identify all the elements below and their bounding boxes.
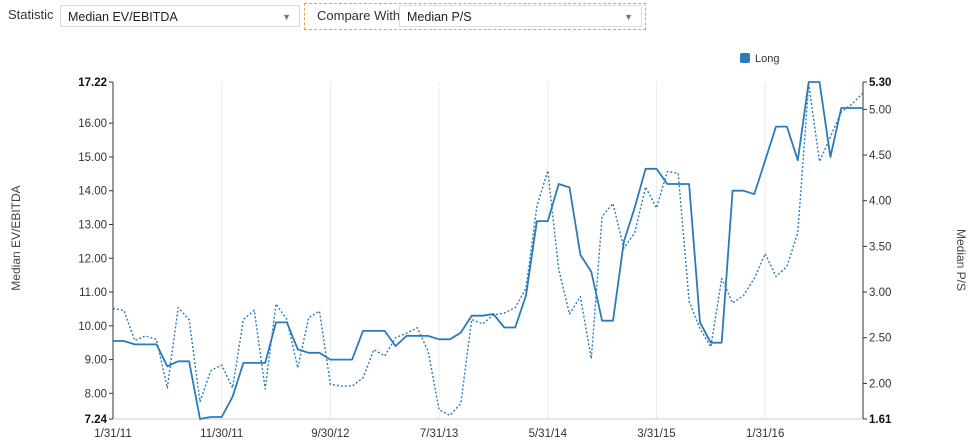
right-tick-label: 2.50 [869, 333, 891, 345]
left-tick-label: 17.22 [78, 77, 107, 89]
right-tick-label: 4.00 [869, 196, 891, 208]
left-axis-ticks: 7.24 8.00 9.00 10.00 11.00 12.00 13.00 14.00 15.… [78, 77, 113, 426]
right-axis-label: Median P/S [954, 229, 968, 291]
x-axis-ticks: 1/31/11 11/30/11 9/30/12 7/31/13 5/31/14 3/31… [94, 428, 784, 440]
left-tick-label: 8.00 [85, 388, 107, 400]
legend[interactable]: Long [740, 53, 779, 65]
series-line-long[interactable] [113, 81, 863, 420]
series-line-median-ps[interactable] [112, 83, 864, 416]
right-tick-label: 5.00 [869, 104, 891, 116]
x-tick-label: 5/31/14 [529, 428, 568, 440]
left-tick-label: 9.00 [85, 355, 107, 367]
right-axis-ticks: 1.61 2.00 2.50 3.00 3.50 4.00 4.50 5.00 5.30 [863, 77, 892, 426]
left-tick-label: 11.00 [79, 287, 107, 299]
right-tick-label: 3.50 [869, 241, 891, 253]
left-tick-label: 16.00 [78, 118, 107, 130]
left-tick-label: 13.00 [78, 219, 107, 231]
series-group [112, 81, 864, 420]
x-tick-label: 1/31/11 [94, 428, 132, 440]
right-tick-label: 2.00 [869, 378, 891, 390]
x-tick-label: 9/30/12 [311, 428, 349, 440]
left-tick-label: 10.00 [78, 321, 107, 333]
x-tick-label: 1/31/16 [746, 428, 784, 440]
left-tick-label: 7.24 [85, 414, 108, 426]
x-tick-label: 3/31/15 [637, 428, 675, 440]
legend-entry-long: Long [755, 53, 779, 65]
x-tick-label: 11/30/11 [200, 428, 243, 440]
grid-lines [112, 82, 766, 419]
right-tick-label: 1.61 [869, 414, 892, 426]
right-tick-label: 4.50 [869, 150, 891, 162]
left-tick-label: 14.00 [78, 186, 107, 198]
right-tick-label: 3.00 [869, 287, 891, 299]
x-tick-label: 7/31/13 [420, 428, 458, 440]
legend-swatch-long [740, 53, 750, 63]
left-tick-label: 15.00 [78, 152, 107, 164]
left-tick-label: 12.00 [78, 253, 107, 265]
left-axis-label: Median EV/EBITDA [9, 185, 23, 290]
chart: 7.24 8.00 9.00 10.00 11.00 12.00 13.00 14.00 15.… [9, 53, 968, 440]
right-tick-label: 5.30 [869, 77, 891, 89]
